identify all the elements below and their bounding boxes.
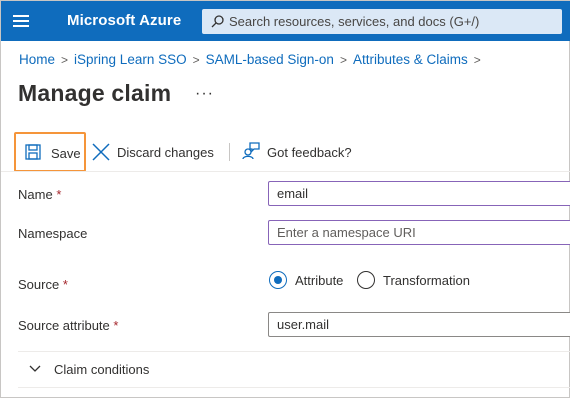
radio-transformation-label: Transformation — [383, 273, 470, 288]
source-attribute-label: Source attribute * — [18, 318, 118, 333]
radio-attribute-label: Attribute — [295, 273, 344, 288]
save-button[interactable]: Save — [14, 132, 86, 172]
source-label: Source * — [18, 277, 68, 292]
chevron-right-icon: > — [61, 53, 69, 67]
breadcrumb-saml[interactable]: SAML-based Sign-on — [206, 52, 334, 67]
claim-conditions-toggle[interactable]: Claim conditions — [18, 353, 570, 386]
namespace-field[interactable] — [268, 220, 570, 245]
page-title: Manage claim — [18, 80, 172, 106]
toolbar-bottom-divider — [1, 171, 570, 172]
radio-dot — [274, 276, 282, 284]
radio-circle — [357, 271, 375, 289]
section-divider — [18, 387, 570, 388]
source-attribute-label-text: Source attribute — [18, 318, 110, 333]
name-label: Name * — [18, 187, 61, 202]
name-field[interactable] — [268, 181, 570, 206]
claim-conditions-label: Claim conditions — [54, 362, 150, 377]
menu-icon[interactable] — [13, 14, 31, 28]
search-input[interactable] — [229, 9, 559, 34]
discard-label: Discard changes — [117, 145, 214, 160]
required-marker: * — [113, 318, 119, 333]
save-label: Save — [51, 146, 81, 161]
namespace-label: Namespace — [18, 226, 88, 241]
name-label-text: Name — [18, 187, 53, 202]
required-marker: * — [62, 277, 68, 292]
brand-name[interactable]: Microsoft Azure — [67, 12, 181, 29]
radio-circle — [269, 271, 287, 289]
more-options-icon[interactable]: ··· — [195, 85, 214, 103]
save-icon — [25, 144, 41, 160]
search-icon — [211, 15, 224, 28]
global-search[interactable] — [202, 9, 562, 34]
close-icon — [92, 143, 110, 161]
feedback-icon — [242, 142, 260, 160]
breadcrumb: Home > iSpring Learn SSO > SAML-based Sign-o… — [19, 52, 487, 67]
chevron-right-icon: > — [473, 53, 481, 67]
toolbar-divider — [229, 143, 230, 161]
required-marker: * — [56, 187, 62, 202]
chevron-right-icon: > — [192, 53, 200, 67]
breadcrumb-attributes[interactable]: Attributes & Claims — [353, 52, 468, 67]
feedback-label: Got feedback? — [267, 145, 352, 160]
breadcrumb-app[interactable]: iSpring Learn SSO — [74, 52, 187, 67]
section-divider — [18, 351, 570, 352]
chevron-down-icon — [29, 365, 41, 372]
source-attribute-field[interactable] — [268, 312, 570, 337]
top-bar: Microsoft Azure — [1, 1, 570, 41]
breadcrumb-home[interactable]: Home — [19, 52, 55, 67]
chevron-right-icon: > — [339, 53, 347, 67]
source-label-text: Source — [18, 277, 60, 292]
